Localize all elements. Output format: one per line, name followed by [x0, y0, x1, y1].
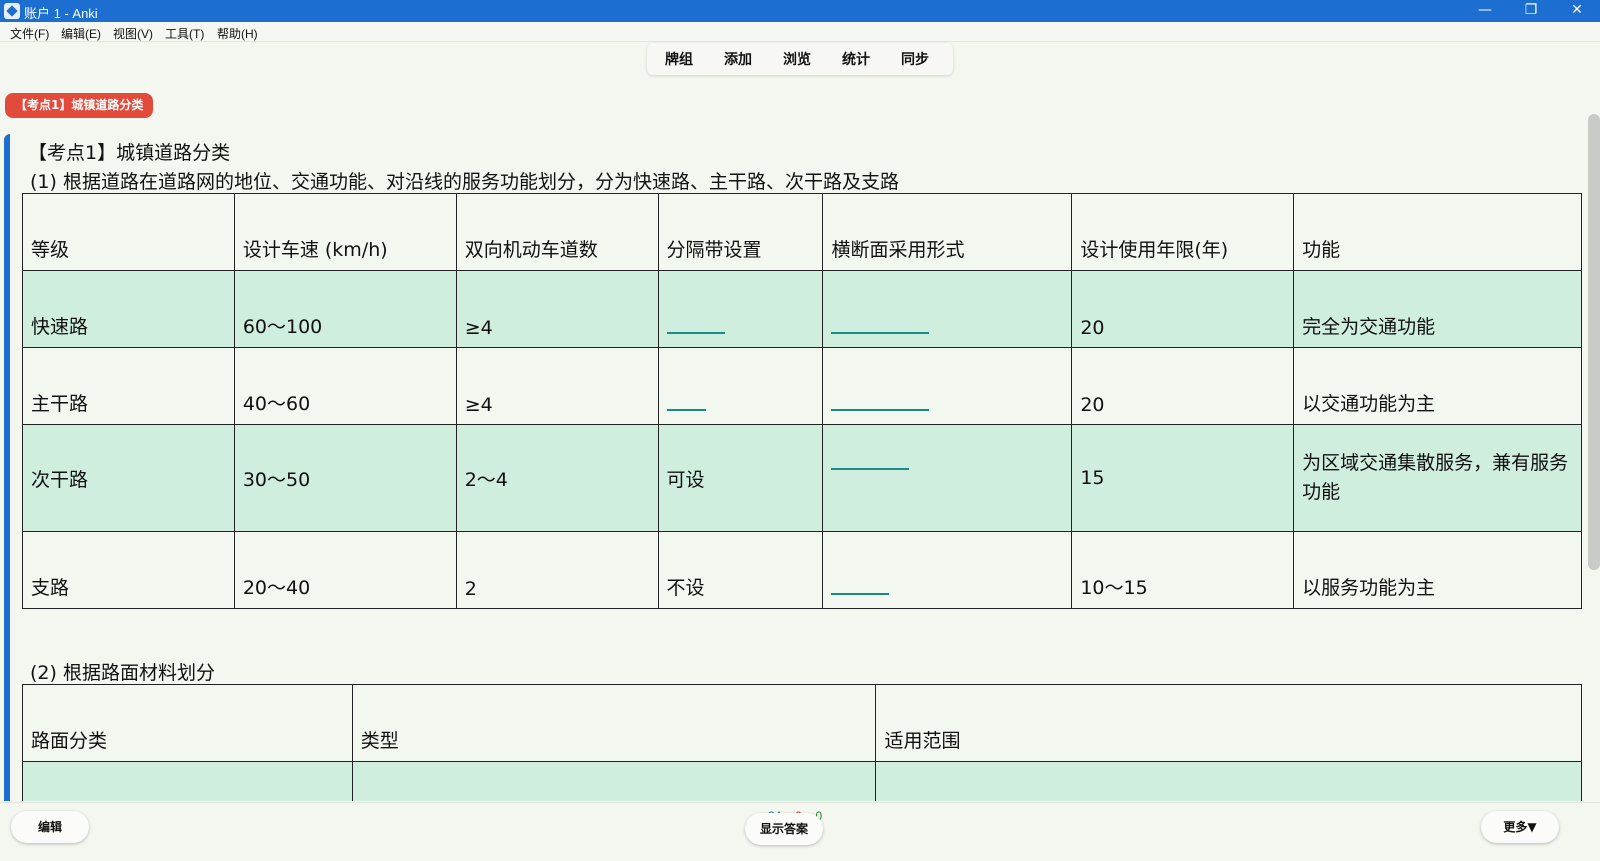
menu-tools[interactable]: 工具(T)	[165, 25, 204, 42]
header-cell: 路面分类	[22, 684, 353, 762]
table-cell	[822, 270, 1073, 348]
table-row: 主干路 40～60 ≥4 20 以交通功能为主	[22, 347, 1582, 425]
card-accent-bar	[4, 134, 10, 801]
table-row	[22, 761, 1582, 801]
table-cell	[351, 761, 877, 801]
header-cell: 双向机动车道数	[455, 193, 659, 271]
anki-app-icon	[4, 3, 20, 19]
toolbar-add[interactable]: 添加	[724, 49, 752, 69]
table-cell	[822, 531, 1073, 609]
table-cell	[822, 424, 1073, 532]
pavement-table: 路面分类 类型 适用范围	[22, 684, 1582, 801]
window-title: 账户 1 - Anki	[24, 6, 98, 21]
table-cell: 40～60	[233, 347, 457, 425]
table-cell: 为区域交通集散服务，兼有服务功能	[1293, 424, 1582, 532]
review-bottom-bar: 34 + 0 + 0 编辑 显示答案 更多▼	[0, 802, 1600, 861]
table-cell: 支路	[22, 531, 235, 609]
menu-edit[interactable]: 编辑(E)	[61, 25, 101, 42]
table-cell: 20	[1071, 270, 1295, 348]
menu-view[interactable]: 视图(V)	[113, 25, 153, 42]
table-cell: 以交通功能为主	[1293, 347, 1582, 425]
table-cell: 2～4	[455, 424, 659, 532]
table-cell: ≥4	[455, 270, 659, 348]
table-cell: 10～15	[1071, 531, 1295, 609]
table-cell: 不设	[657, 531, 824, 609]
table-cell: 15	[1071, 424, 1295, 532]
table-cell	[657, 270, 824, 348]
table-cell: 可设	[657, 424, 824, 532]
table-cell: 20～40	[233, 531, 457, 609]
cloze-blank[interactable]	[831, 320, 930, 334]
header-cell: 适用范围	[875, 684, 1582, 762]
road-class-table: 等级 设计车速 (km/h) 双向机动车道数 分隔带设置 横断面采用形式 设计使…	[22, 193, 1582, 609]
minimize-icon[interactable]: —	[1462, 0, 1508, 22]
table-header-row: 路面分类 类型 适用范围	[22, 684, 1582, 762]
table-cell: 30～50	[233, 424, 457, 532]
table-row: 快速路 60～100 ≥4 20 完全为交通功能	[22, 270, 1582, 348]
table-cell	[657, 347, 824, 425]
table-cell: 20	[1071, 347, 1295, 425]
table-cell: 完全为交通功能	[1293, 270, 1582, 348]
header-cell: 等级	[22, 193, 235, 271]
table-cell: ≥4	[455, 347, 659, 425]
section-1-heading: (1) 根据道路在道路网的地位、交通功能、对沿线的服务功能划分，分为快速路、主干…	[30, 171, 899, 193]
card-title: 【考点1】城镇道路分类	[28, 142, 231, 164]
toolbar-sync[interactable]: 同步	[901, 49, 929, 69]
main-toolbar: 牌组 添加 浏览 统计 同步	[647, 43, 953, 75]
table-row: 次干路 30～50 2～4 可设 15 为区域交通集散服务，兼有服务功能	[22, 424, 1582, 532]
show-answer-button[interactable]: 显示答案	[745, 813, 823, 845]
table-cell	[22, 761, 353, 801]
header-cell: 类型	[351, 684, 877, 762]
cloze-blank[interactable]	[666, 397, 706, 411]
table-cell: 次干路	[22, 424, 235, 532]
card-tag[interactable]: 【考点1】城镇道路分类	[5, 93, 154, 118]
title-bar: 账户 1 - Anki — ❐ ✕	[0, 0, 1600, 22]
toolbar-browse[interactable]: 浏览	[783, 49, 811, 69]
table-cell: 快速路	[22, 270, 235, 348]
table-cell	[875, 761, 1582, 801]
cloze-blank[interactable]	[831, 581, 890, 595]
table-cell: 主干路	[22, 347, 235, 425]
toolbar-decks[interactable]: 牌组	[665, 49, 693, 69]
table-header-row: 等级 设计车速 (km/h) 双向机动车道数 分隔带设置 横断面采用形式 设计使…	[22, 193, 1582, 271]
table-cell: 2	[455, 531, 659, 609]
header-cell: 设计使用年限(年)	[1071, 193, 1295, 271]
header-cell: 功能	[1293, 193, 1582, 271]
table-cell	[822, 347, 1073, 425]
cloze-blank[interactable]	[831, 397, 930, 411]
table-cell: 以服务功能为主	[1293, 531, 1582, 609]
restore-icon[interactable]: ❐	[1508, 0, 1554, 22]
edit-button[interactable]: 编辑	[11, 811, 89, 843]
toolbar-stats[interactable]: 统计	[842, 49, 870, 69]
table-cell: 60～100	[233, 270, 457, 348]
menu-bar: 文件(F) 编辑(E) 视图(V) 工具(T) 帮助(H)	[0, 22, 1600, 42]
cloze-blank[interactable]	[831, 456, 910, 470]
header-cell: 分隔带设置	[657, 193, 824, 271]
section-2-heading: (2) 根据路面材料划分	[30, 662, 215, 684]
menu-file[interactable]: 文件(F)	[10, 25, 49, 42]
card-content: 【考点1】城镇道路分类 (1) 根据道路在道路网的地位、交通功能、对沿线的服务功…	[0, 128, 1582, 801]
header-cell: 横断面采用形式	[822, 193, 1073, 271]
more-button[interactable]: 更多▼	[1481, 811, 1559, 843]
menu-help[interactable]: 帮助(H)	[217, 25, 258, 42]
vertical-scrollbar[interactable]	[1588, 114, 1600, 570]
header-cell: 设计车速 (km/h)	[233, 193, 457, 271]
table-row: 支路 20～40 2 不设 10～15 以服务功能为主	[22, 531, 1582, 609]
cloze-blank[interactable]	[666, 320, 725, 334]
close-icon[interactable]: ✕	[1554, 0, 1600, 22]
